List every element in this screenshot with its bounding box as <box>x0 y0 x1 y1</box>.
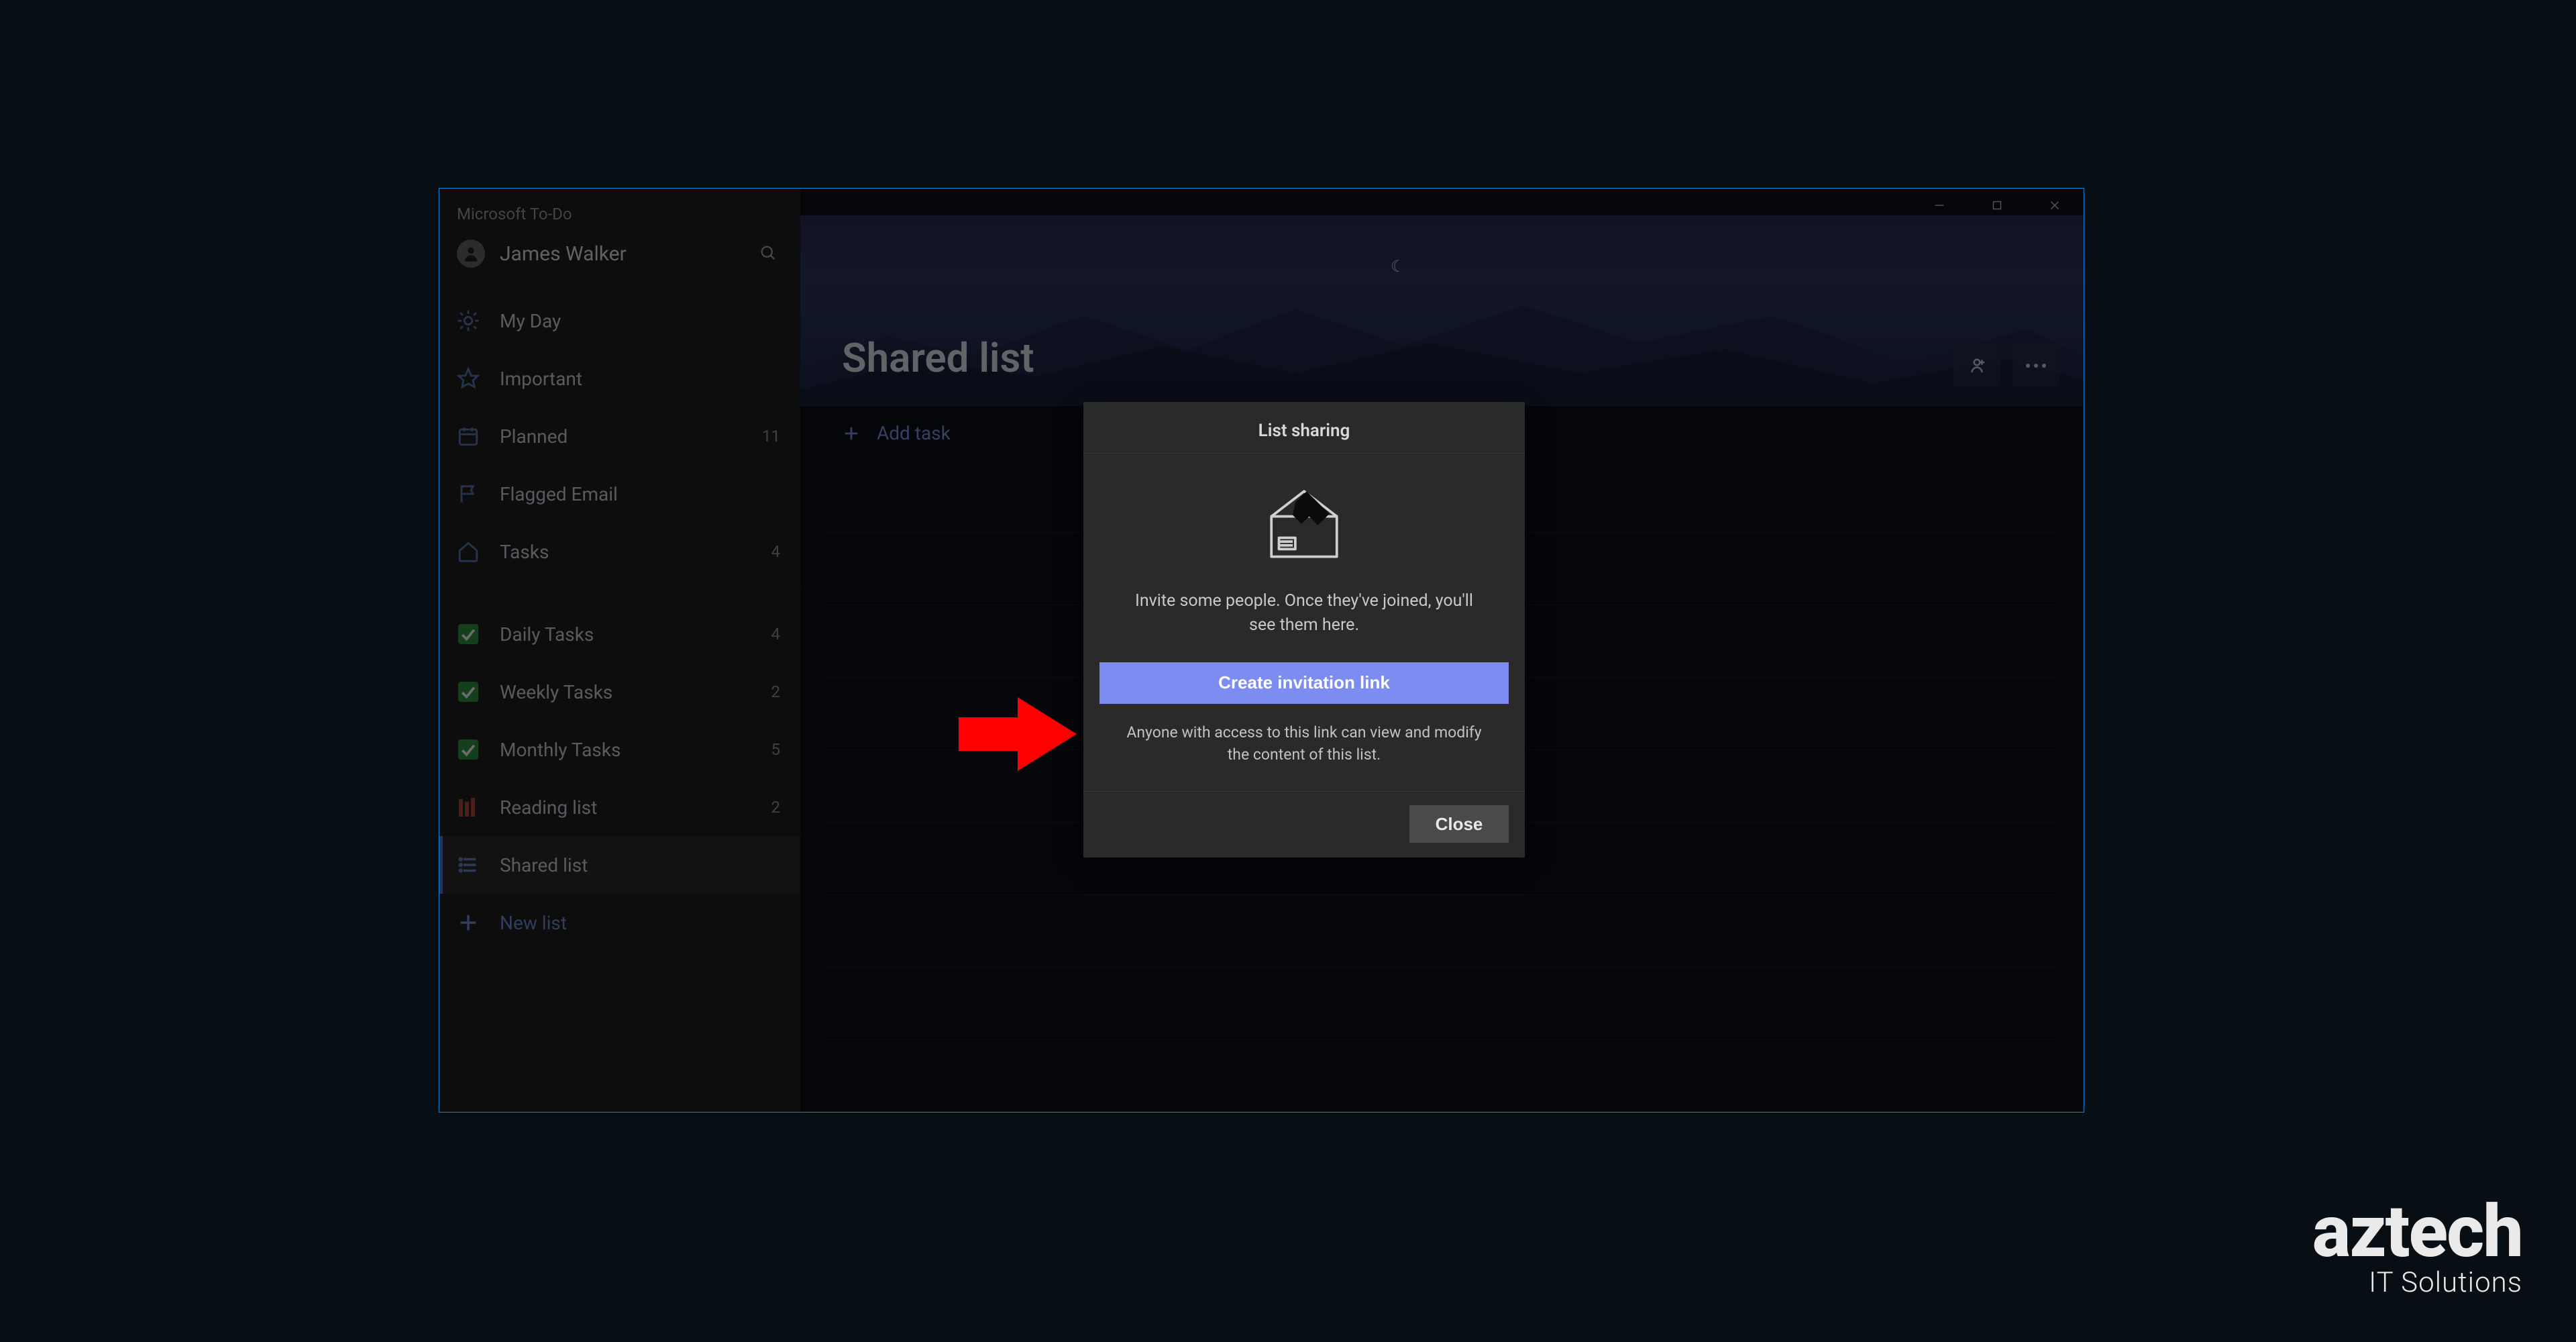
window-minimize-icon[interactable] <box>1911 195 1968 215</box>
add-task-label: Add task <box>877 422 951 444</box>
close-button[interactable]: Close <box>1409 805 1509 843</box>
check-icon <box>457 738 480 761</box>
cta-description: Anyone with access to this link can view… <box>1083 704 1525 792</box>
sidebar-item-label: Flagged Email <box>500 483 618 505</box>
flag-icon <box>457 482 480 505</box>
dialog-title: List sharing <box>1083 402 1525 454</box>
share-list-button[interactable] <box>1953 344 2000 387</box>
avatar <box>457 240 485 268</box>
sidebar-item-label: Planned <box>500 425 568 448</box>
plus-icon <box>457 911 480 934</box>
count-badge: 2 <box>771 798 781 817</box>
calendar-icon <box>457 425 480 448</box>
books-icon <box>457 796 480 819</box>
sidebar-item-planned[interactable]: Planned 11 <box>439 407 800 465</box>
count-badge: 11 <box>762 427 780 446</box>
sidebar-item-monthly[interactable]: Monthly Tasks 5 <box>439 721 800 778</box>
count-badge: 2 <box>771 682 781 701</box>
user-lists: Daily Tasks 4 Weekly Tasks 2 Monthly Tas… <box>439 605 800 894</box>
task-row[interactable] <box>827 968 2057 1040</box>
sidebar-item-label: Shared list <box>500 854 588 876</box>
search-icon[interactable] <box>756 241 780 265</box>
watermark-logo: aztech IT Solutions <box>2312 1200 2522 1299</box>
sidebar-item-important[interactable]: Important <box>439 350 800 407</box>
more-options-button[interactable] <box>2012 344 2059 387</box>
count-badge: 4 <box>771 542 781 561</box>
user-name: James Walker <box>500 242 627 266</box>
sidebar: Microsoft To-Do James Walker My Day <box>439 189 800 1112</box>
list-icon <box>457 854 480 876</box>
sidebar-item-label: My Day <box>500 310 561 332</box>
list-heading: Shared list <box>842 334 1034 382</box>
user-row[interactable]: James Walker <box>439 236 800 287</box>
list-header: ☾ Shared list <box>800 215 2084 406</box>
task-row[interactable] <box>827 895 2057 968</box>
sidebar-item-shared[interactable]: Shared list <box>439 836 800 894</box>
app-title: Microsoft To-Do <box>439 189 800 236</box>
app-window: Microsoft To-Do James Walker My Day <box>439 188 2084 1113</box>
header-actions <box>1953 344 2059 387</box>
check-icon <box>457 680 480 703</box>
sidebar-item-tasks[interactable]: Tasks 4 <box>439 523 800 580</box>
sidebar-item-flagged[interactable]: Flagged Email <box>439 465 800 523</box>
moon-icon: ☾ <box>1391 257 1405 276</box>
sidebar-item-label: New list <box>500 912 567 934</box>
window-close-icon[interactable] <box>2026 195 2084 215</box>
sidebar-item-myday[interactable]: My Day <box>439 292 800 350</box>
sidebar-item-label: Tasks <box>500 541 549 563</box>
list-sharing-dialog: List sharing Invite some people. Once th… <box>1083 402 1525 858</box>
titlebar <box>800 189 2084 215</box>
create-invitation-link-button[interactable]: Create invitation link <box>1099 662 1509 704</box>
home-icon <box>457 540 480 563</box>
count-badge: 5 <box>771 740 781 759</box>
envelope-icon <box>1083 454 1525 585</box>
star-icon <box>457 367 480 390</box>
sun-icon <box>457 309 480 332</box>
watermark-brand: aztech <box>2312 1200 2522 1265</box>
sidebar-item-label: Important <box>500 368 582 390</box>
sidebar-item-label: Reading list <box>500 796 597 819</box>
annotation-arrow-icon <box>959 694 1077 774</box>
sidebar-item-label: Monthly Tasks <box>500 739 621 761</box>
sidebar-item-daily[interactable]: Daily Tasks 4 <box>439 605 800 663</box>
new-list-button[interactable]: New list <box>439 894 800 951</box>
sidebar-item-reading[interactable]: Reading list 2 <box>439 778 800 836</box>
smart-lists: My Day Important Planned 11 <box>439 292 800 580</box>
sidebar-item-label: Weekly Tasks <box>500 681 612 703</box>
check-icon <box>457 623 480 646</box>
sidebar-item-weekly[interactable]: Weekly Tasks 2 <box>439 663 800 721</box>
window-maximize-icon[interactable] <box>1968 195 2026 215</box>
count-badge: 4 <box>771 625 781 643</box>
dialog-invite-text: Invite some people. Once they've joined,… <box>1083 585 1525 662</box>
sidebar-item-label: Daily Tasks <box>500 623 594 646</box>
